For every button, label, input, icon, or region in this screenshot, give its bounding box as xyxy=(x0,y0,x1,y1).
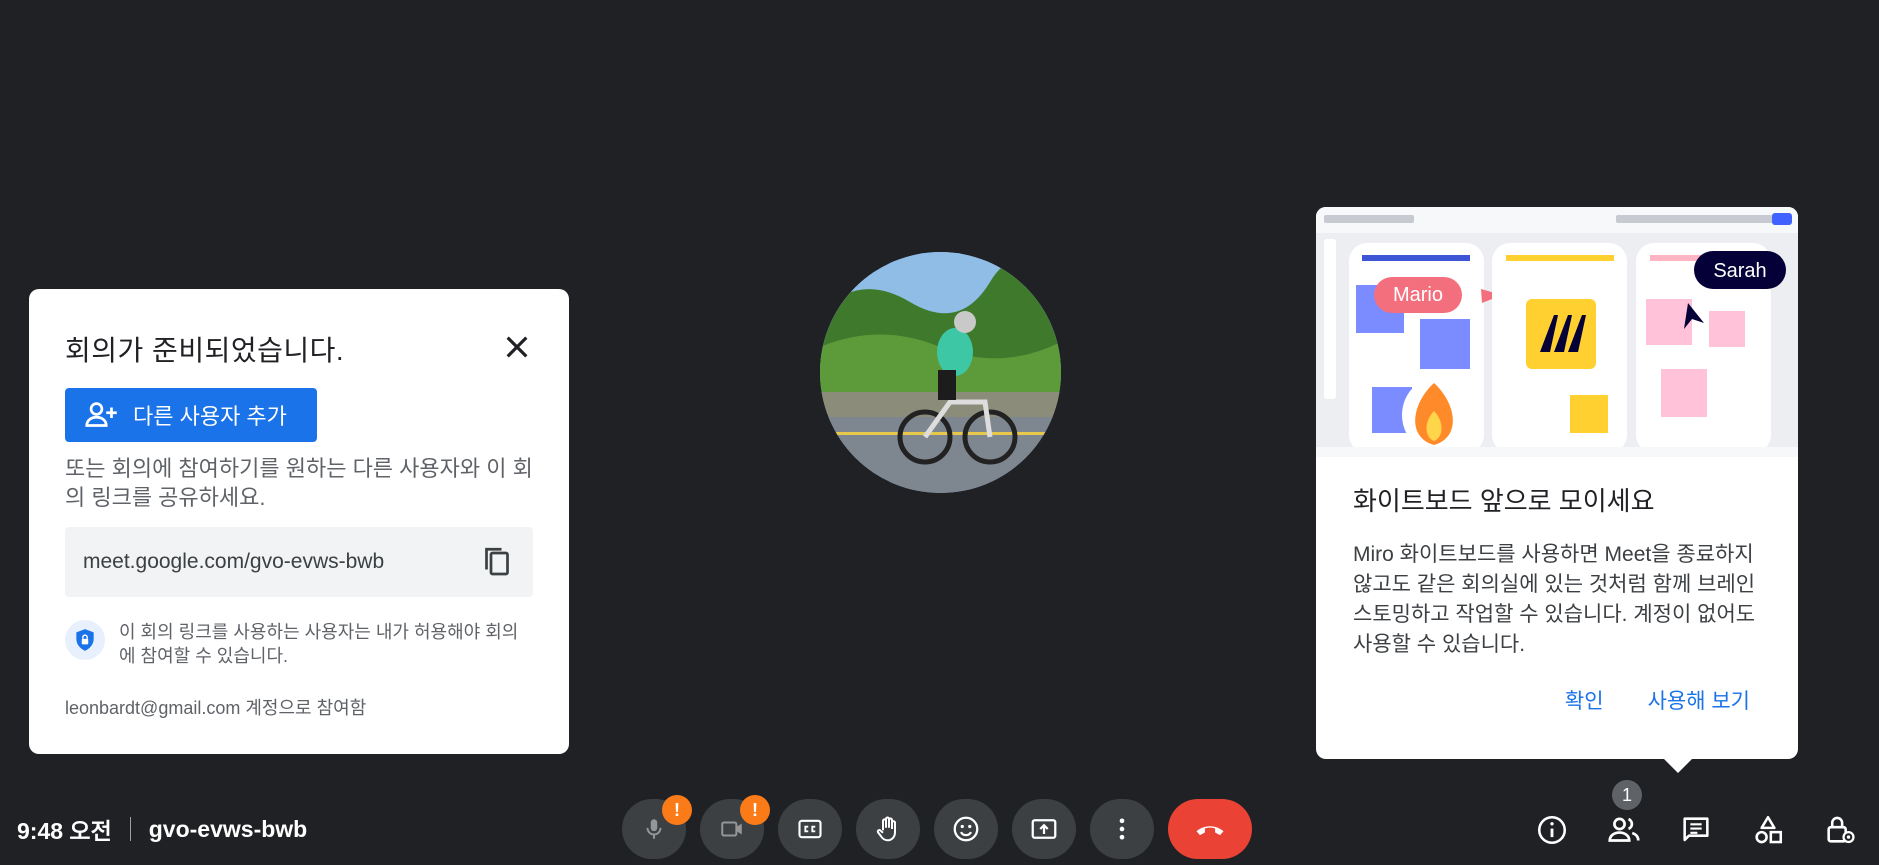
meeting-details: 9:48 오전 gvo-evws-bwb xyxy=(17,812,307,846)
chat-button[interactable] xyxy=(1674,808,1718,852)
promo-confirm-button[interactable]: 확인 xyxy=(1565,685,1604,715)
meeting-link-box: meet.google.com/gvo-evws-bwb xyxy=(65,527,533,597)
account-info: leonbardt@gmail.com 계정으로 참여함 xyxy=(65,698,367,718)
close-ready-card-button[interactable] xyxy=(501,331,533,363)
present-button[interactable] xyxy=(1012,799,1076,859)
leave-call-button[interactable] xyxy=(1168,799,1252,859)
meeting-details-button[interactable] xyxy=(1530,808,1574,852)
divider xyxy=(129,817,131,841)
promo-try-button[interactable]: 사용해 보기 xyxy=(1648,685,1750,715)
promo-title: 화이트보드 앞으로 모이세요 xyxy=(1353,486,1655,516)
current-time: 9:48 오전 xyxy=(17,818,112,844)
call-controls: ! ! xyxy=(622,795,1252,859)
add-user-label: 다른 사용자 추가 xyxy=(133,404,287,429)
share-instructions: 또는 회의에 참여하기를 원하는 다른 사용자와 이 회의 링크를 공유하세요. xyxy=(65,456,533,510)
activities-button[interactable] xyxy=(1746,808,1790,852)
ready-card-title: 회의가 준비되었습니다. xyxy=(65,335,345,366)
whiteboard-promo-card: Mario Sarah 화이트보드 앞으로 모이세요 Miro 화이트보드를 사… xyxy=(1316,207,1798,773)
more-options-button[interactable] xyxy=(1090,799,1154,859)
more-vert-icon xyxy=(1119,818,1125,840)
meeting-code: gvo-evws-bwb xyxy=(148,815,308,842)
copy-link-button[interactable] xyxy=(479,544,515,580)
host-controls-icon xyxy=(1827,816,1855,844)
meeting-ready-card: 회의가 준비되었습니다. 다른 사용자 추가 또는 회의에 참여하기를 원하는 … xyxy=(29,289,569,754)
mic-button[interactable]: ! xyxy=(622,795,692,859)
camera-warning-badge: ! xyxy=(740,795,770,825)
emoji-icon xyxy=(953,816,979,842)
promo-body: Miro 화이트보드를 사용하면 Meet을 종료하지 않고도 같은 회의실에 … xyxy=(1353,543,1756,656)
close-icon xyxy=(506,336,528,358)
cursor-label-mario: Mario xyxy=(1393,284,1443,306)
host-controls-button[interactable] xyxy=(1818,808,1862,852)
host-approval-notice: 이 회의 링크를 사용하는 사용자는 내가 허용해야 회의에 참여할 수 있습니… xyxy=(65,620,533,668)
add-person-icon xyxy=(85,402,117,427)
mic-off-icon xyxy=(646,819,662,839)
meeting-link[interactable]: meet.google.com/gvo-evws-bwb xyxy=(83,550,384,574)
cursor-label-sarah: Sarah xyxy=(1713,260,1766,282)
copy-icon xyxy=(485,547,509,576)
add-user-button[interactable]: 다른 사용자 추가 xyxy=(65,388,317,442)
emoji-button[interactable] xyxy=(934,799,998,859)
promo-card-pointer xyxy=(1664,759,1692,773)
raise-hand-icon xyxy=(876,816,896,842)
promo-actions: 확인 사용해 보기 xyxy=(1565,685,1750,715)
chat-icon xyxy=(1683,817,1709,842)
info-icon xyxy=(1537,815,1567,845)
activities-icon xyxy=(1755,815,1783,844)
camera-off-icon xyxy=(721,821,742,837)
side-panel-controls: 1 xyxy=(1530,780,1862,852)
meet-stage: 회의가 준비되었습니다. 다른 사용자 추가 또는 회의에 참여하기를 원하는 … xyxy=(0,0,1879,865)
call-end-icon xyxy=(1196,826,1224,836)
participant-avatar xyxy=(820,252,1061,493)
camera-button[interactable]: ! xyxy=(700,795,770,859)
raise-hand-button[interactable] xyxy=(856,799,920,859)
shield-lock-icon xyxy=(65,620,105,660)
miro-whiteboard-illustration: Mario Sarah xyxy=(1316,207,1798,457)
participants-count-badge: 1 xyxy=(1612,780,1642,810)
people-icon xyxy=(1608,817,1640,842)
shield-notice-text: 이 회의 링크를 사용하는 사용자는 내가 허용해야 회의에 참여할 수 있습니… xyxy=(119,622,519,666)
people-button[interactable]: 1 xyxy=(1602,780,1646,852)
captions-button[interactable] xyxy=(778,799,842,859)
captions-icon xyxy=(798,819,822,839)
present-icon xyxy=(1031,819,1057,839)
mic-warning-badge: ! xyxy=(662,795,692,825)
